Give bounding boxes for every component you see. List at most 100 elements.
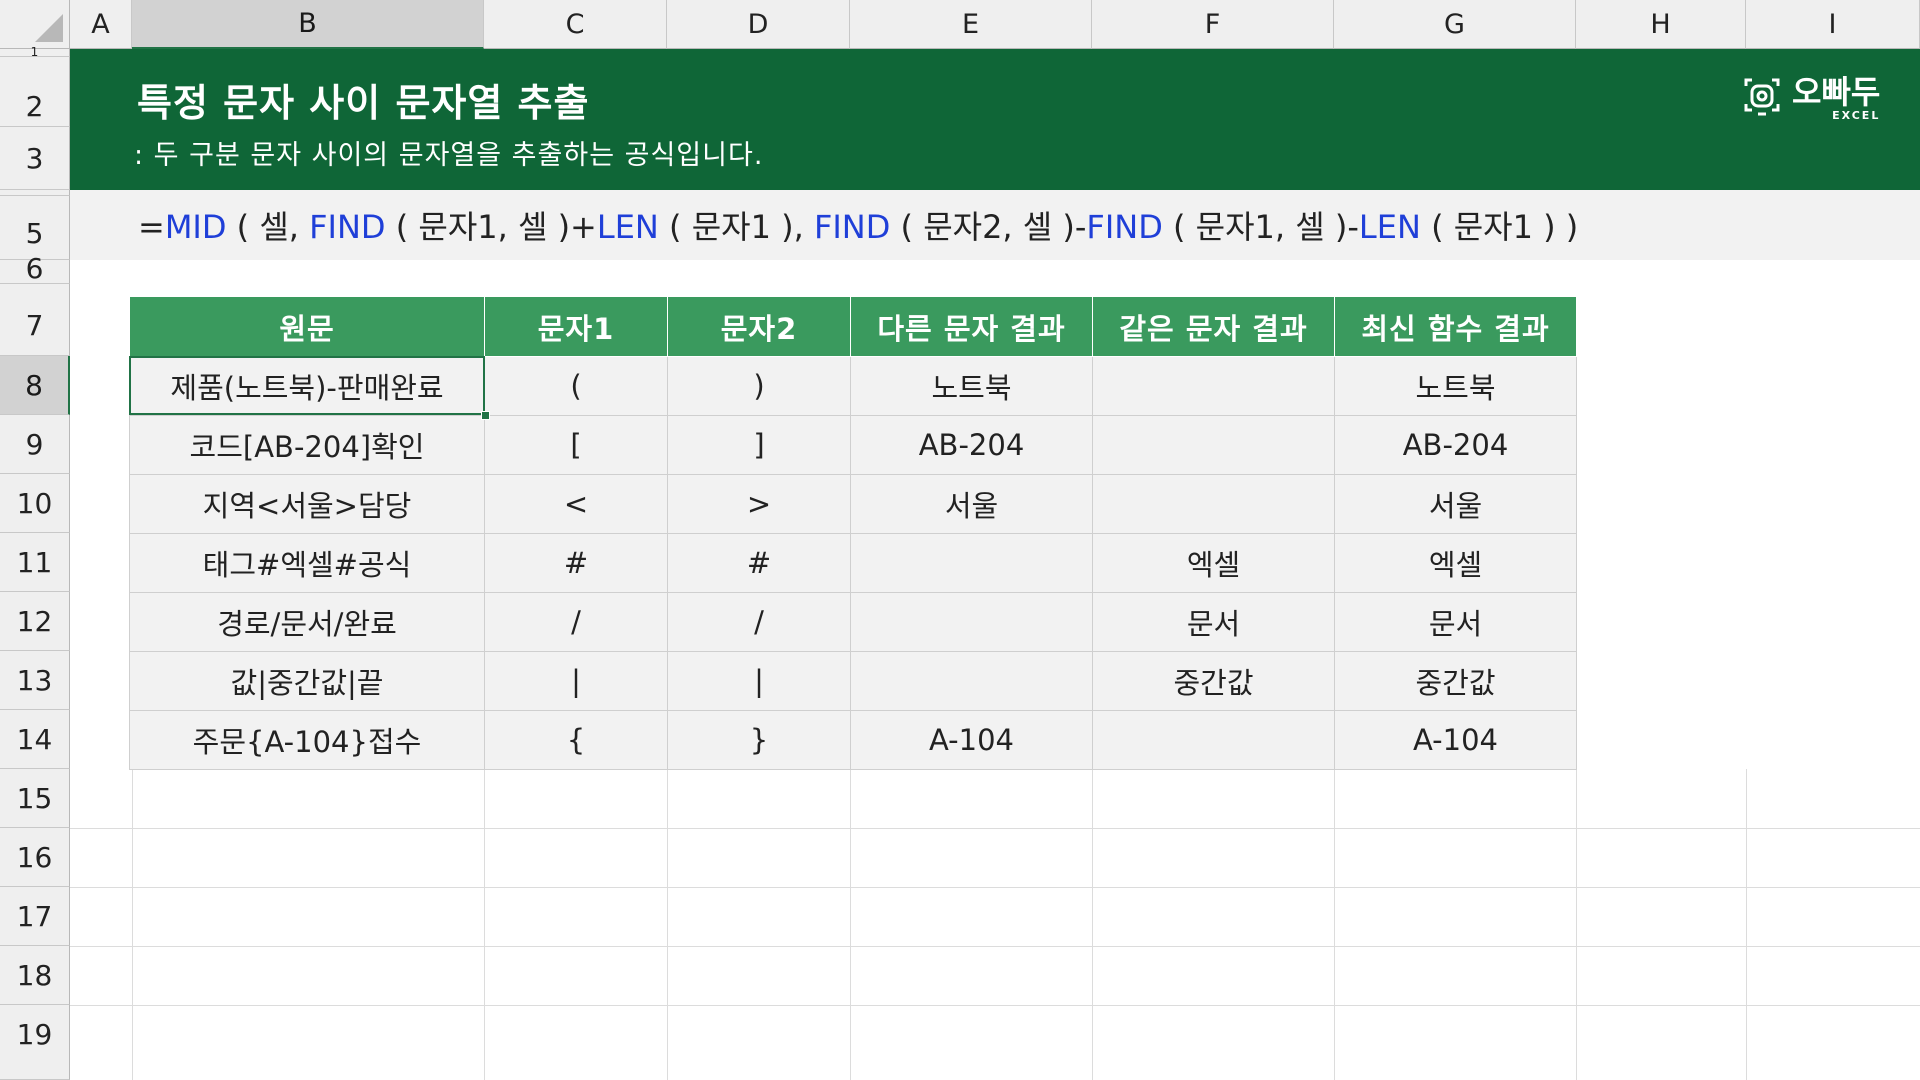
formula-fn-find: FIND — [1086, 208, 1163, 246]
logo-name: 오빠두 — [1792, 72, 1881, 111]
cell[interactable]: 서울 — [850, 474, 1093, 534]
cell[interactable] — [1092, 710, 1335, 770]
column-header-f[interactable]: F — [1092, 0, 1334, 49]
row-header-9[interactable]: 9 — [0, 415, 70, 474]
formula-fn-find: FIND — [813, 208, 891, 246]
row-header-13[interactable]: 13 — [0, 651, 70, 710]
row-header-10[interactable]: 10 — [0, 474, 70, 533]
column-header-g[interactable]: G — [1334, 0, 1576, 49]
formula-part: ( 문자1 ), — [658, 208, 814, 246]
row-header-18[interactable]: 18 — [0, 946, 70, 1005]
cell[interactable]: # — [667, 533, 851, 593]
cell[interactable]: 노트북 — [1334, 356, 1577, 416]
cell[interactable]: 중간값 — [1092, 651, 1335, 711]
column-header-e[interactable]: E — [850, 0, 1092, 49]
row-header-16[interactable]: 16 — [0, 828, 70, 887]
cell[interactable]: # — [484, 533, 668, 593]
row-header-11[interactable]: 11 — [0, 533, 70, 592]
row-header-5[interactable]: 5 — [0, 196, 70, 260]
row-header-7[interactable]: 7 — [0, 284, 70, 356]
page-subtitle: : 두 구분 문자 사이의 문자열을 추출하는 공식입니다. — [134, 140, 764, 171]
cell[interactable]: AB-204 — [850, 415, 1093, 475]
cell[interactable]: 문서 — [1334, 592, 1577, 652]
row-header-19[interactable]: 19 — [0, 1005, 70, 1080]
cell[interactable]: ] — [667, 415, 851, 475]
row-header-3[interactable]: 3 — [0, 127, 70, 190]
row-header-14[interactable]: 14 — [0, 710, 70, 769]
cell[interactable]: / — [667, 592, 851, 652]
column-header-d[interactable]: D — [667, 0, 850, 49]
formula-fn-mid: MID — [164, 208, 227, 246]
table-header-row: 원문 문자1 문자2 다른 문자 결과 같은 문자 결과 최신 함수 결과 — [129, 296, 1577, 357]
column-header-b[interactable]: B — [132, 0, 484, 49]
cell[interactable]: A-104 — [1334, 710, 1577, 770]
gridline — [1746, 769, 1747, 1080]
column-header-a[interactable]: A — [70, 0, 132, 49]
gridline — [70, 828, 1920, 829]
cell[interactable]: 엑셀 — [1334, 533, 1577, 593]
column-header-c[interactable]: C — [484, 0, 667, 49]
select-all-corner[interactable] — [0, 0, 70, 49]
row-header-17[interactable]: 17 — [0, 887, 70, 946]
logo-subtext: EXCEL — [1832, 108, 1881, 122]
gridline — [484, 769, 485, 1080]
row-header-12[interactable]: 12 — [0, 592, 70, 651]
cell[interactable]: 지역<서울>담당 — [129, 474, 485, 534]
table-row: 지역<서울>담당 < > 서울 서울 — [129, 474, 1577, 534]
cell[interactable]: [ — [484, 415, 668, 475]
table-row: 태그#엑셀#공식 # # 엑셀 엑셀 — [129, 533, 1577, 593]
cell[interactable]: < — [484, 474, 668, 534]
header-new-func-result[interactable]: 최신 함수 결과 — [1334, 296, 1577, 357]
header-same-result[interactable]: 같은 문자 결과 — [1092, 296, 1335, 357]
gridline — [70, 887, 1920, 888]
cell[interactable]: | — [667, 651, 851, 711]
row-header-6[interactable]: 6 — [0, 252, 70, 285]
cell[interactable]: 값|중간값|끝 — [129, 651, 485, 711]
cell[interactable]: 문서 — [1092, 592, 1335, 652]
cell[interactable] — [1092, 415, 1335, 475]
cell[interactable]: } — [667, 710, 851, 770]
cell[interactable]: { — [484, 710, 668, 770]
cell[interactable]: 경로/문서/완료 — [129, 592, 485, 652]
header-char2[interactable]: 문자2 — [667, 296, 851, 357]
column-header-h[interactable]: H — [1576, 0, 1746, 49]
cell[interactable]: 엑셀 — [1092, 533, 1335, 593]
cell[interactable]: ( — [484, 356, 668, 416]
cell[interactable]: 노트북 — [850, 356, 1093, 416]
cell[interactable]: ) — [667, 356, 851, 416]
cell[interactable]: > — [667, 474, 851, 534]
cell[interactable] — [1092, 474, 1335, 534]
formula-part: ( 문자2, 셀 )- — [890, 208, 1087, 246]
cell[interactable] — [1092, 356, 1335, 416]
header-original[interactable]: 원문 — [129, 296, 485, 357]
header-diff-result[interactable]: 다른 문자 결과 — [850, 296, 1093, 357]
cell[interactable]: 서울 — [1334, 474, 1577, 534]
cell[interactable] — [850, 533, 1093, 593]
formula-part: = — [138, 208, 165, 246]
cell[interactable]: 제품(노트북)-판매완료 — [129, 356, 485, 416]
cell[interactable]: A-104 — [850, 710, 1093, 770]
cell[interactable]: 주문{A-104}접수 — [129, 710, 485, 770]
cell[interactable]: / — [484, 592, 668, 652]
row-header-1[interactable]: 1 — [0, 45, 70, 59]
cell[interactable]: 태그#엑셀#공식 — [129, 533, 485, 593]
row-header-15[interactable]: 15 — [0, 769, 70, 828]
cell[interactable]: AB-204 — [1334, 415, 1577, 475]
table-row: 값|중간값|끝 | | 중간값 중간값 — [129, 651, 1577, 711]
gridline — [70, 1005, 1920, 1006]
camera-excel-logo-icon — [1742, 74, 1782, 122]
fill-handle[interactable] — [481, 411, 490, 420]
table-row: 주문{A-104}접수 { } A-104 A-104 — [129, 710, 1577, 770]
cell[interactable]: 코드[AB-204]확인 — [129, 415, 485, 475]
table-row: 경로/문서/완료 / / 문서 문서 — [129, 592, 1577, 652]
cell[interactable]: | — [484, 651, 668, 711]
row-header-8[interactable]: 8 — [0, 356, 70, 415]
header-char1[interactable]: 문자1 — [484, 296, 668, 357]
formula-part: ( 문자1, 셀 )- — [1162, 208, 1359, 246]
formula-part: ( 문자1 ) ) — [1420, 208, 1579, 246]
cell[interactable] — [850, 651, 1093, 711]
row-header-2[interactable]: 2 — [0, 57, 70, 127]
column-header-i[interactable]: I — [1746, 0, 1920, 49]
cell[interactable] — [850, 592, 1093, 652]
cell[interactable]: 중간값 — [1334, 651, 1577, 711]
